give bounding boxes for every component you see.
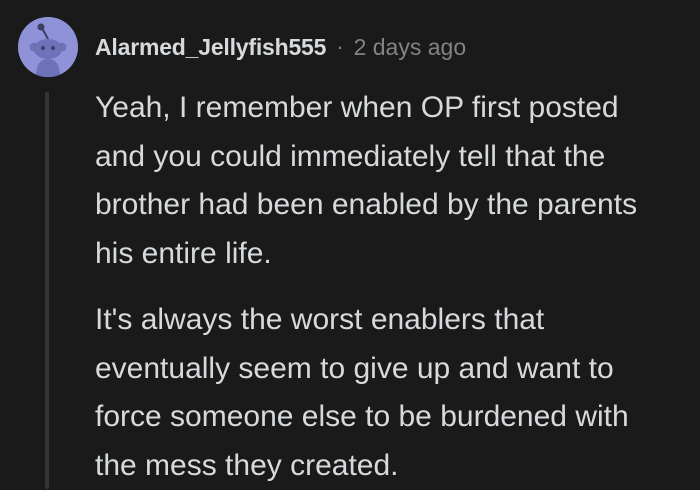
comment-text-line: force someone else to be burdened with (95, 393, 695, 442)
comment: Alarmed_Jellyfish555 · 2 days ago Yeah, … (0, 0, 700, 489)
meta-separator: · (336, 34, 343, 60)
comment-text-line: the mess they created. (95, 442, 695, 490)
user-avatar[interactable] (18, 17, 78, 77)
comment-text-line: eventually seem to give up and want to (95, 345, 695, 394)
reddit-snoo-avatar-icon (18, 17, 78, 77)
comment-paragraph: Yeah, I remember when OP first posted an… (95, 84, 695, 278)
comment-text-line: Yeah, I remember when OP first posted (95, 84, 695, 133)
comment-text-line: his entire life. (95, 230, 695, 279)
comment-text-line: It's always the worst enablers that (95, 296, 695, 345)
comment-paragraph: It's always the worst enablers that even… (95, 296, 695, 490)
comment-meta: Alarmed_Jellyfish555 · 2 days ago (95, 30, 466, 64)
comment-timestamp[interactable]: 2 days ago (354, 34, 467, 61)
username-link[interactable]: Alarmed_Jellyfish555 (95, 34, 326, 61)
comment-text-line: and you could immediately tell that the (95, 133, 695, 182)
comment-body: Yeah, I remember when OP first posted an… (95, 84, 695, 490)
thread-collapse-line[interactable] (45, 92, 49, 489)
comment-text-line: brother had been enabled by the parents (95, 181, 695, 230)
